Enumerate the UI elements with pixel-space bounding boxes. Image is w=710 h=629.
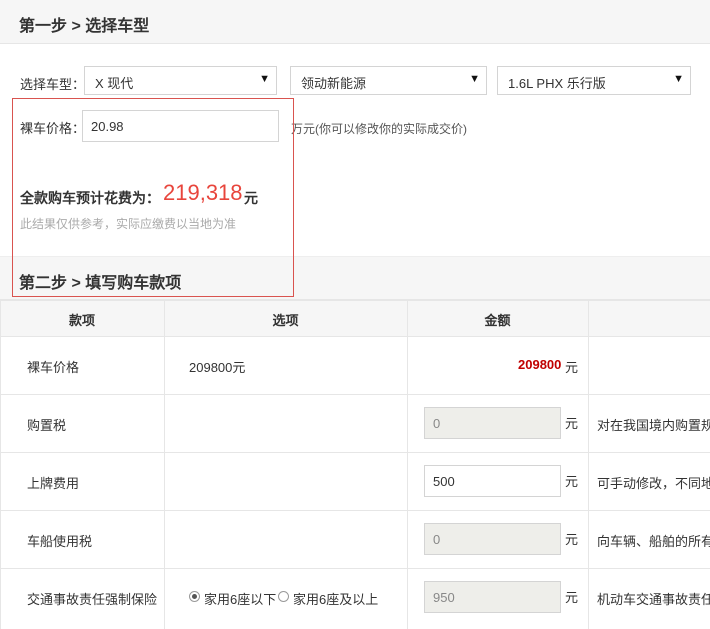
table-row: 购置税 元 对在我国境内购置规 xyxy=(0,395,710,453)
table-border xyxy=(407,300,408,629)
row-name: 交通事故责任强制保险 xyxy=(27,592,158,607)
header-option: 选项 xyxy=(272,313,299,328)
trim-select[interactable]: 1.6L PHX 乐行版 ▼ xyxy=(497,66,691,95)
row-desc: 对在我国境内购置规 xyxy=(597,418,710,433)
model-label: 选择车型： xyxy=(20,77,86,92)
row-name: 上牌费用 xyxy=(27,476,80,491)
row-amount: 209800 xyxy=(518,357,562,372)
purchase-tax-input[interactable] xyxy=(424,407,561,439)
chevron-down-icon: ▼ xyxy=(469,73,480,85)
series-select-value: 领动新能源 xyxy=(301,76,367,91)
row-desc: 可手动修改，不同地 xyxy=(597,476,710,491)
table-header-row: 款项 选项 金额 xyxy=(0,300,710,337)
table-border xyxy=(164,300,165,629)
step1-header: 第一步 > 选择车型 xyxy=(0,0,710,44)
table-row: 裸车价格 209800元 209800 元 xyxy=(0,337,710,395)
trim-select-value: 1.6L PHX 乐行版 xyxy=(508,76,606,91)
row-unit: 元 xyxy=(565,360,579,375)
total-note: 此结果仅供参考，实际应缴费以当地为准 xyxy=(20,217,237,231)
plate-fee-input[interactable] xyxy=(424,465,561,497)
table-row: 上牌费用 元 可手动修改，不同地 xyxy=(0,453,710,511)
vessel-tax-input[interactable] xyxy=(424,523,561,555)
step2-header: 第二步 > 填写购车款项 xyxy=(0,256,710,300)
total-label: 全款购车预计花费为： xyxy=(20,190,160,206)
row-unit: 元 xyxy=(565,590,579,605)
row-unit: 元 xyxy=(565,474,579,489)
row-name: 车船使用税 xyxy=(27,534,93,549)
table-row: 交通事故责任强制保险 家用6座以下 家用6座及以上 元 机动车交通事故责任 xyxy=(0,569,710,629)
radio-under-6-seats[interactable] xyxy=(189,591,200,602)
row-unit: 元 xyxy=(565,532,579,547)
total-unit: 元 xyxy=(244,190,258,206)
table-border xyxy=(588,300,589,629)
row-name: 裸车价格 xyxy=(27,360,80,375)
option-under-6-seats: 家用6座以下 xyxy=(204,592,277,607)
step1-title: 第一步 > 选择车型 xyxy=(19,18,150,35)
row-desc: 机动车交通事故责任 xyxy=(597,592,710,607)
option-6-seats-plus: 家用6座及以上 xyxy=(293,592,379,607)
row-name: 购置税 xyxy=(27,418,67,433)
table-border xyxy=(0,300,1,629)
price-unit-hint: 万元(你可以修改你的实际成交价) xyxy=(291,122,467,136)
series-select[interactable]: 领动新能源 ▼ xyxy=(290,66,487,95)
chevron-down-icon: ▼ xyxy=(259,73,270,85)
brand-select[interactable]: X 现代 ▼ xyxy=(84,66,277,95)
chevron-down-icon: ▼ xyxy=(673,73,684,85)
table-row: 车船使用税 元 向车辆、船舶的所有 xyxy=(0,511,710,569)
radio-6-seats-plus[interactable] xyxy=(278,591,289,602)
step2-title: 第二步 > 填写购车款项 xyxy=(19,275,182,292)
row-unit: 元 xyxy=(565,416,579,431)
header-amount: 金额 xyxy=(484,313,511,328)
header-item: 款项 xyxy=(68,313,95,328)
row-desc: 向车辆、船舶的所有 xyxy=(597,534,710,549)
price-label: 裸车价格： xyxy=(20,121,86,136)
price-input[interactable] xyxy=(82,110,279,142)
brand-select-value: X 现代 xyxy=(95,76,134,91)
row-option: 209800元 xyxy=(189,360,246,375)
total-value: 219,318 xyxy=(163,180,243,205)
insurance-input[interactable] xyxy=(424,581,561,613)
